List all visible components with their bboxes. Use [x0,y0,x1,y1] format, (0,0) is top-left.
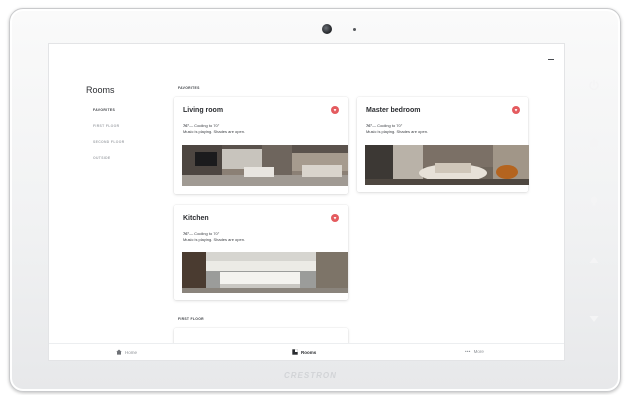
living-room-photo [182,145,348,186]
page-title: Rooms [86,85,115,95]
sidebar-item-favorites[interactable]: FAVORITES [93,108,115,112]
room-title: Master bedroom [366,107,421,114]
volume-up-icon[interactable] [587,253,601,267]
camera-icon [322,24,332,34]
room-card-kitchen[interactable]: Kitchen 76°— Cooling to 70° Music is pla… [174,205,348,300]
rooms-icon [292,349,298,355]
nav-home-label: Home [125,349,138,355]
room-temperature: 76°— Cooling to 70° [183,123,220,128]
nav-more-label: More [473,349,484,354]
room-status: Music is playing. Shades are open. [366,129,429,134]
room-temperature: 76°— Cooling to 70° [366,123,403,128]
nav-home[interactable]: Home [116,349,137,355]
brand-logo: CRESTRON [284,371,337,380]
nav-rooms[interactable]: Rooms [292,349,316,355]
room-status: Music is playing. Shades are open. [183,237,246,242]
kitchen-photo [182,252,348,293]
sidebar-item-second-floor[interactable]: SECOND FLOOR [93,140,125,144]
favorite-heart-icon[interactable] [331,106,339,114]
room-temperature: 76°— Cooling to 70° [183,231,220,236]
room-title: Living room [183,107,224,114]
master-bedroom-photo [365,145,529,185]
sidebar-item-first-floor[interactable]: FIRST FLOOR [93,124,119,128]
light-sensor [353,28,356,31]
favorite-heart-icon[interactable] [331,214,339,222]
volume-down-icon[interactable] [587,312,601,326]
section-label-first-floor: FIRST FLOOR [178,317,204,321]
room-card-living-room[interactable]: Living room 76°— Cooling to 70° Music is… [174,97,348,194]
power-icon[interactable] [587,78,601,92]
section-label-favorites: FAVORITES [178,86,200,90]
app-screen: Rooms FAVORITES FIRST FLOOR SECOND FLOOR… [49,44,564,360]
bottom-navigation: Home Rooms ••• More [49,343,564,360]
home-icon [116,349,122,355]
room-status: Music is playing. Shades are open. [183,129,246,134]
home-icon[interactable] [587,135,601,149]
nav-rooms-label: Rooms [301,349,317,355]
sidebar-item-outside[interactable]: OUTSIDE [93,156,111,160]
light-bulb-icon[interactable] [587,194,601,208]
favorite-heart-icon[interactable] [512,106,520,114]
more-icon: ••• [465,349,471,354]
nav-more[interactable]: ••• More [465,349,484,354]
room-title: Kitchen [183,215,209,222]
room-card-master-bedroom[interactable]: Master bedroom 76°— Cooling to 70° Music… [357,97,529,192]
menu-icon[interactable] [548,59,554,61]
